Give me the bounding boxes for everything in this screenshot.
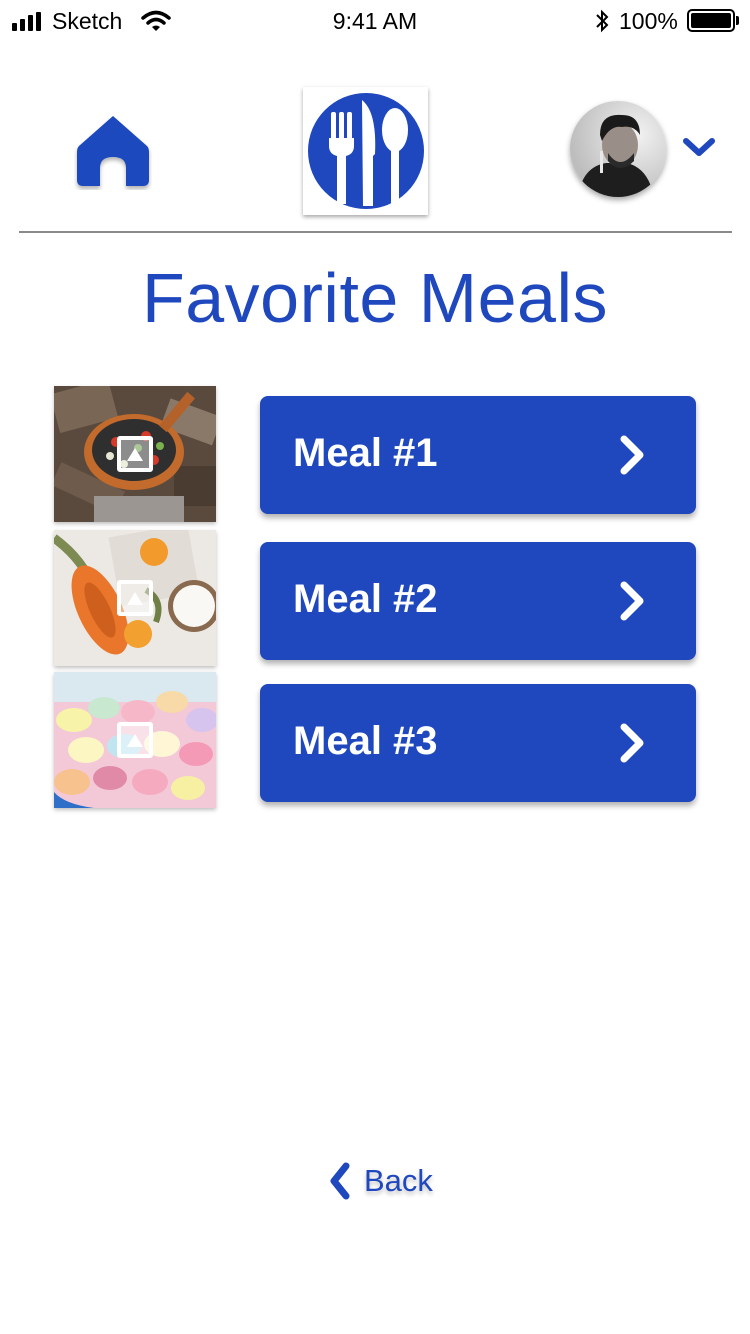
user-photo: [570, 101, 666, 197]
meal-image-3: [54, 672, 216, 808]
chevron-right-icon: [620, 435, 644, 475]
battery-percentage: 100%: [619, 8, 678, 34]
back-button[interactable]: Back: [328, 1162, 433, 1200]
chevron-down-icon[interactable]: [682, 136, 716, 158]
meal-label: Meal #2: [293, 577, 438, 621]
chevron-left-icon: [330, 1162, 350, 1200]
meal-image-2: [54, 530, 216, 666]
meal-button-3[interactable]: Meal #3: [260, 684, 696, 802]
image-placeholder-icon: [117, 580, 153, 616]
back-label: Back: [364, 1163, 433, 1198]
meal-button-2[interactable]: Meal #2: [260, 542, 696, 660]
page-title: Favorite Meals: [141, 259, 609, 337]
image-placeholder-icon: [117, 722, 153, 758]
bluetooth-icon: [596, 9, 609, 33]
app-logo: [303, 87, 428, 215]
header-divider: [19, 231, 732, 233]
meal-label: Meal #3: [293, 719, 438, 763]
image-placeholder-icon: [117, 436, 153, 472]
chevron-right-icon: [620, 581, 644, 621]
home-icon: [77, 116, 149, 186]
meal-label: Meal #1: [293, 431, 438, 475]
battery-tip: [736, 16, 739, 25]
fork-knife-spoon-icon: [307, 93, 424, 209]
meal-image-1: [54, 386, 216, 522]
chevron-right-icon: [620, 723, 644, 763]
meal-button-1[interactable]: Meal #1: [260, 396, 696, 514]
home-button[interactable]: [74, 112, 152, 190]
battery-icon: [687, 9, 735, 32]
status-bar: Sketch 9:41 AM 100%: [0, 0, 750, 40]
user-avatar[interactable]: [570, 101, 666, 197]
